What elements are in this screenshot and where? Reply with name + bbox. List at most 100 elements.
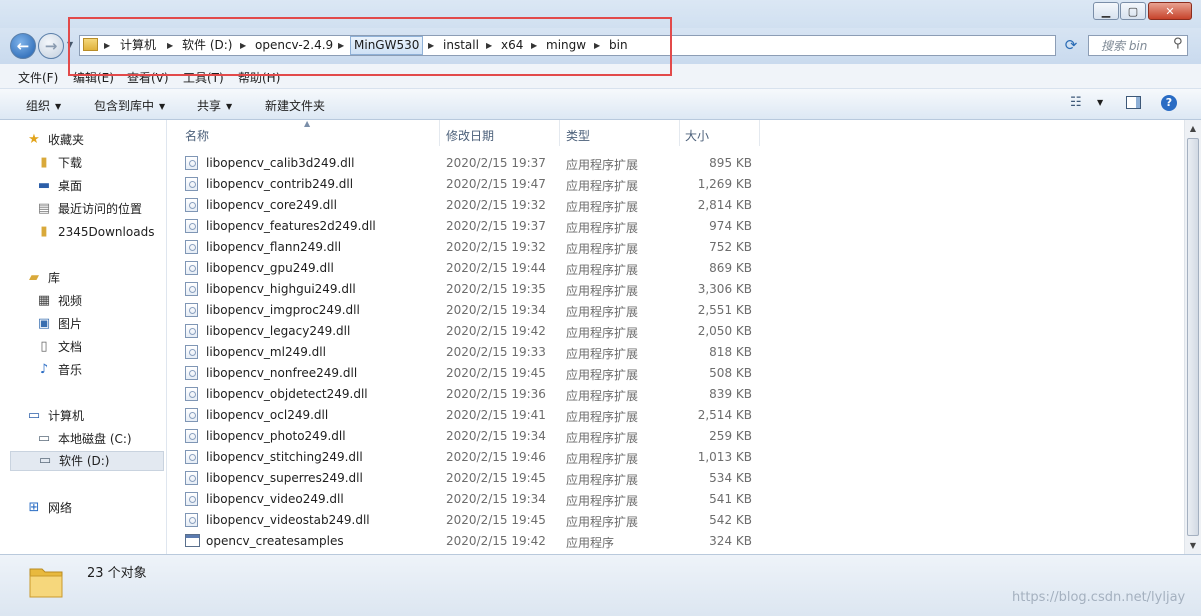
nav-item-label: 音乐 [58, 363, 83, 377]
file-date: 2020/2/15 19:37 [446, 219, 546, 233]
nav-item-pictures[interactable]: ▣ 图片 [36, 314, 82, 334]
forward-button[interactable]: → [38, 33, 64, 59]
back-button[interactable]: ← [10, 33, 36, 59]
file-row[interactable]: libopencv_calib3d249.dll 2020/2/15 19:37 应… [185, 153, 765, 174]
nav-item-desktop[interactable]: ▬ 桌面 [36, 176, 82, 196]
column-header-row: ▲ 名称 修改日期 类型 大小 [167, 119, 1184, 146]
maximize-button[interactable]: ▢ [1120, 2, 1146, 20]
file-row[interactable]: libopencv_superres249.dll 2020/2/15 19:45… [185, 468, 765, 489]
nav-favorites[interactable]: ★ 收藏夹 [26, 130, 84, 150]
dll-icon [185, 408, 198, 422]
dropdown-caret-icon: ▼ [55, 102, 62, 111]
nav-item-label: 文档 [58, 340, 83, 354]
file-row[interactable]: libopencv_ml249.dll 2020/2/15 19:33 应用程序扩展… [185, 342, 765, 363]
file-type: 应用程序扩展 [566, 410, 639, 424]
scroll-up-arrow-icon[interactable]: ▲ [1185, 120, 1201, 137]
file-type: 应用程序扩展 [566, 389, 639, 403]
file-type: 应用程序扩展 [566, 515, 639, 529]
nav-item-documents[interactable]: ▯ 文档 [36, 337, 82, 357]
file-row[interactable]: libopencv_flann249.dll 2020/2/15 19:32 应用程… [185, 237, 765, 258]
new-folder-button[interactable]: 新建文件夹 [265, 97, 325, 114]
share-button[interactable]: 共享 ▼ [197, 97, 232, 114]
scroll-thumb[interactable] [1187, 138, 1199, 536]
file-row[interactable]: libopencv_legacy249.dll 2020/2/15 19:42 应用… [185, 321, 765, 342]
include-in-library-button[interactable]: 包含到库中 ▼ [94, 97, 165, 114]
command-toolbar: 组织 ▼ 包含到库中 ▼ 共享 ▼ 新建文件夹 ☷ ▼ ? [0, 89, 1201, 120]
file-type: 应用程序扩展 [566, 347, 639, 361]
dll-icon [185, 492, 198, 506]
file-row[interactable]: libopencv_features2d249.dll 2020/2/15 19:… [185, 216, 765, 237]
column-divider[interactable] [679, 120, 680, 146]
column-header-type[interactable]: 类型 [566, 127, 590, 144]
column-header-date[interactable]: 修改日期 [446, 127, 494, 144]
dll-icon [185, 366, 198, 380]
file-type: 应用程序扩展 [566, 473, 639, 487]
file-size: 534 KB [709, 471, 752, 485]
file-row[interactable]: libopencv_gpu249.dll 2020/2/15 19:44 应用程序扩… [185, 258, 765, 279]
organize-button[interactable]: 组织 ▼ [26, 97, 61, 114]
file-row[interactable]: libopencv_contrib249.dll 2020/2/15 19:47 应… [185, 174, 765, 195]
file-name: libopencv_photo249.dll [206, 429, 346, 443]
column-divider[interactable] [559, 120, 560, 146]
file-name: libopencv_core249.dll [206, 198, 337, 212]
vertical-scrollbar[interactable]: ▲ ▼ [1184, 120, 1201, 554]
nav-computer[interactable]: ▭ 计算机 [26, 406, 84, 426]
file-date: 2020/2/15 19:42 [446, 534, 546, 548]
file-size: 508 KB [709, 366, 752, 380]
share-label: 共享 [197, 99, 222, 113]
search-input[interactable]: 搜索 bin [1101, 37, 1147, 54]
nav-item-drive-d[interactable]: ▭ 软件 (D:) [10, 451, 164, 471]
nav-item-2345downloads[interactable]: ▮ 2345Downloads [36, 222, 154, 242]
nav-item-downloads[interactable]: ▮ 下载 [36, 153, 82, 173]
minimize-button[interactable]: ▁ [1093, 2, 1119, 20]
file-date: 2020/2/15 19:34 [446, 303, 546, 317]
file-row[interactable]: libopencv_ocl249.dll 2020/2/15 19:41 应用程序扩… [185, 405, 765, 426]
file-type: 应用程序扩展 [566, 305, 639, 319]
hard-drive-icon: ▭ [37, 431, 51, 446]
nav-favorites-label: 收藏夹 [48, 133, 85, 147]
search-icon[interactable]: ⚲ [1173, 36, 1183, 51]
file-row[interactable]: libopencv_photo249.dll 2020/2/15 19:34 应用程… [185, 426, 765, 447]
dropdown-caret-icon: ▼ [159, 102, 166, 111]
file-row[interactable]: libopencv_videostab249.dll 2020/2/15 19:4… [185, 510, 765, 531]
column-header-size[interactable]: 大小 [685, 127, 709, 144]
nav-network[interactable]: ⊞ 网络 [26, 498, 72, 518]
refresh-button[interactable]: ⟳ [1060, 36, 1082, 55]
column-header-name[interactable]: 名称 [185, 127, 209, 144]
file-date: 2020/2/15 19:42 [446, 324, 546, 338]
file-row[interactable]: libopencv_nonfree249.dll 2020/2/15 19:45 应… [185, 363, 765, 384]
file-row[interactable]: libopencv_stitching249.dll 2020/2/15 19:4… [185, 447, 765, 468]
close-button[interactable]: ✕ [1148, 2, 1192, 20]
file-row[interactable]: libopencv_video249.dll 2020/2/15 19:34 应用程… [185, 489, 765, 510]
preview-pane-icon[interactable] [1126, 96, 1141, 109]
nav-item-recent[interactable]: ▤ 最近访问的位置 [36, 199, 142, 219]
file-row[interactable]: libopencv_objdetect249.dll 2020/2/15 19:3… [185, 384, 765, 405]
nav-item-music[interactable]: ♪ 音乐 [36, 360, 82, 380]
column-divider[interactable] [439, 120, 440, 146]
file-row[interactable]: libopencv_core249.dll 2020/2/15 19:32 应用程序… [185, 195, 765, 216]
file-name: libopencv_videostab249.dll [206, 513, 370, 527]
column-divider[interactable] [759, 120, 760, 146]
minimize-icon: ▁ [1101, 4, 1111, 18]
file-size: 1,269 KB [697, 177, 752, 191]
file-type: 应用程序扩展 [566, 452, 639, 466]
dll-icon [185, 282, 198, 296]
nav-item-videos[interactable]: ▦ 视频 [36, 291, 82, 311]
search-box[interactable]: 搜索 bin ⚲ [1088, 35, 1188, 56]
dll-icon [185, 324, 198, 338]
close-icon: ✕ [1165, 4, 1175, 18]
scroll-down-arrow-icon[interactable]: ▼ [1185, 537, 1201, 554]
help-icon[interactable]: ? [1161, 95, 1177, 111]
view-dropdown-icon[interactable]: ▼ [1097, 98, 1103, 107]
file-row[interactable]: libopencv_imgproc249.dll 2020/2/15 19:34 应… [185, 300, 765, 321]
file-size: 752 KB [709, 240, 752, 254]
nav-libraries[interactable]: ▰ 库 [26, 268, 60, 288]
nav-item-drive-c[interactable]: ▭ 本地磁盘 (C:) [36, 429, 132, 449]
maximize-icon: ▢ [1127, 4, 1139, 18]
dll-icon [185, 450, 198, 464]
file-row[interactable]: libopencv_highgui249.dll 2020/2/15 19:35 应… [185, 279, 765, 300]
menu-file[interactable]: 文件(F) [18, 69, 58, 86]
file-row[interactable]: opencv_createsamples 2020/2/15 19:42 应用程序 3… [185, 531, 765, 552]
file-size: 1,013 KB [697, 450, 752, 464]
view-options-icon[interactable]: ☷ [1070, 95, 1082, 110]
